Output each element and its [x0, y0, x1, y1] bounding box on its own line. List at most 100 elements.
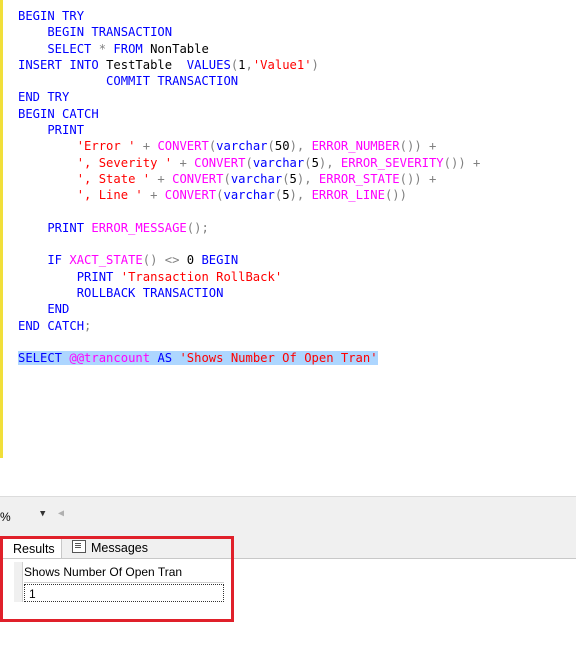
code-line[interactable] [18, 334, 480, 350]
code-token: ()) [384, 188, 407, 203]
code-token: ( [245, 155, 253, 170]
code-token: VALUES [186, 57, 231, 72]
zoom-level[interactable]: % [0, 510, 11, 524]
code-line[interactable] [18, 204, 480, 220]
query-editor[interactable]: BEGIN TRY BEGIN TRANSACTION SELECT * FRO… [0, 0, 576, 458]
code-token: varchar [230, 171, 283, 186]
code-line[interactable]: ROLLBACK TRANSACTION [18, 285, 480, 301]
code-token: CONVERT [194, 155, 246, 170]
code-token: ( [223, 171, 231, 186]
code-token: NonTable [150, 41, 209, 56]
code-line[interactable]: SELECT * FROM NonTable [18, 41, 480, 57]
code-token: ), [318, 155, 341, 170]
code-token: PRINT [18, 123, 85, 138]
sql-code[interactable]: BEGIN TRY BEGIN TRANSACTION SELECT * FRO… [18, 8, 480, 367]
code-token: IF [18, 253, 70, 268]
code-token: varchar [223, 188, 275, 203]
editor-status-bar: % ▼ ◀ [0, 496, 576, 537]
code-line[interactable]: ', State ' + CONVERT(varchar(5), ERROR_S… [18, 171, 480, 187]
code-line[interactable]: 'Error ' + CONVERT(varchar(50), ERROR_NU… [18, 138, 480, 154]
code-token: PRINT [18, 220, 92, 235]
code-token: 1 [238, 57, 246, 72]
code-token: INSERT INTO [18, 57, 107, 72]
code-line[interactable]: ', Severity ' + CONVERT(varchar(5), ERRO… [18, 155, 481, 171]
code-token: ; [84, 318, 92, 333]
code-token: ) [311, 57, 319, 72]
code-token: ERROR_SEVERITY [340, 155, 444, 170]
code-token: BEGIN CATCH [18, 106, 99, 121]
editor-results-splitter[interactable] [0, 458, 576, 496]
code-line[interactable]: BEGIN CATCH [18, 106, 480, 122]
code-token: BEGIN TRANSACTION [18, 25, 173, 40]
code-line[interactable]: COMMIT TRANSACTION [18, 73, 480, 89]
code-token: + [157, 171, 173, 186]
code-token: varchar [216, 139, 268, 154]
code-token: CONVERT [164, 188, 217, 203]
code-token: 5 [289, 171, 297, 186]
code-token: 0 [186, 253, 202, 268]
code-token: SELECT [18, 351, 70, 366]
code-token: ', Line ' [76, 188, 151, 203]
code-token: ( [267, 139, 275, 154]
code-token: ()) + [399, 171, 437, 186]
code-token: END TRY [18, 90, 70, 105]
code-token: * [98, 41, 114, 56]
code-token: XACT_STATE [69, 253, 143, 268]
code-line[interactable]: BEGIN TRY [18, 8, 480, 24]
code-token: varchar [252, 155, 305, 170]
code-token: COMMIT TRANSACTION [18, 74, 239, 89]
code-token: (); [186, 220, 209, 235]
code-token: ERROR_LINE [311, 188, 385, 203]
code-token: AS [157, 351, 180, 366]
code-token: 'Shows Number Of Open Tran' [179, 351, 378, 366]
code-line[interactable]: END [18, 301, 480, 317]
code-token: 'Value1' [252, 57, 312, 72]
code-line[interactable]: END CATCH; [18, 318, 480, 334]
chevron-down-icon[interactable]: ▼ [40, 509, 45, 519]
code-line[interactable]: ', Line ' + CONVERT(varchar(5), ERROR_LI… [18, 187, 480, 203]
code-token: ()) + [399, 139, 437, 154]
code-token: TestTable [106, 57, 187, 72]
code-line[interactable]: PRINT ERROR_MESSAGE(); [18, 220, 480, 236]
code-token: () <> [142, 253, 187, 268]
code-token: FROM [113, 41, 151, 56]
code-token: CONVERT [172, 171, 224, 186]
arrow-left-icon[interactable]: ◀ [58, 508, 64, 519]
code-token: ( [282, 171, 290, 186]
code-token: END CATCH [18, 318, 85, 333]
code-token: ', Severity ' [76, 155, 180, 170]
code-token: ROLLBACK TRANSACTION [18, 286, 224, 301]
code-token: + [150, 188, 165, 203]
code-line[interactable]: PRINT [18, 122, 480, 138]
code-token: ERROR_MESSAGE [91, 220, 187, 235]
code-token: + [179, 155, 195, 170]
code-token: ( [304, 155, 312, 170]
change-tracking-bar [0, 0, 3, 458]
code-token: 5 [311, 155, 319, 170]
code-line[interactable]: END TRY [18, 89, 480, 105]
code-line[interactable]: IF XACT_STATE() <> 0 BEGIN [18, 252, 480, 268]
code-token: ), [296, 171, 319, 186]
code-token: SELECT [18, 41, 99, 56]
code-line[interactable]: SELECT @@trancount AS 'Shows Number Of O… [18, 350, 480, 366]
code-token: + [142, 139, 158, 154]
code-token: END [18, 302, 70, 317]
highlight-box [0, 536, 234, 622]
code-token: ), [289, 139, 312, 154]
code-token: ERROR_NUMBER [311, 139, 400, 154]
code-token: ERROR_STATE [318, 171, 400, 186]
code-token: CONVERT [157, 139, 209, 154]
code-token: ), [289, 188, 312, 203]
code-line[interactable]: PRINT 'Transaction RollBack' [18, 269, 480, 285]
code-line[interactable]: INSERT INTO TestTable VALUES(1,'Value1') [18, 57, 480, 73]
code-token: ', State ' [76, 171, 158, 186]
code-line[interactable]: BEGIN TRANSACTION [18, 24, 480, 40]
code-token: , [245, 57, 253, 72]
code-line[interactable] [18, 236, 480, 252]
